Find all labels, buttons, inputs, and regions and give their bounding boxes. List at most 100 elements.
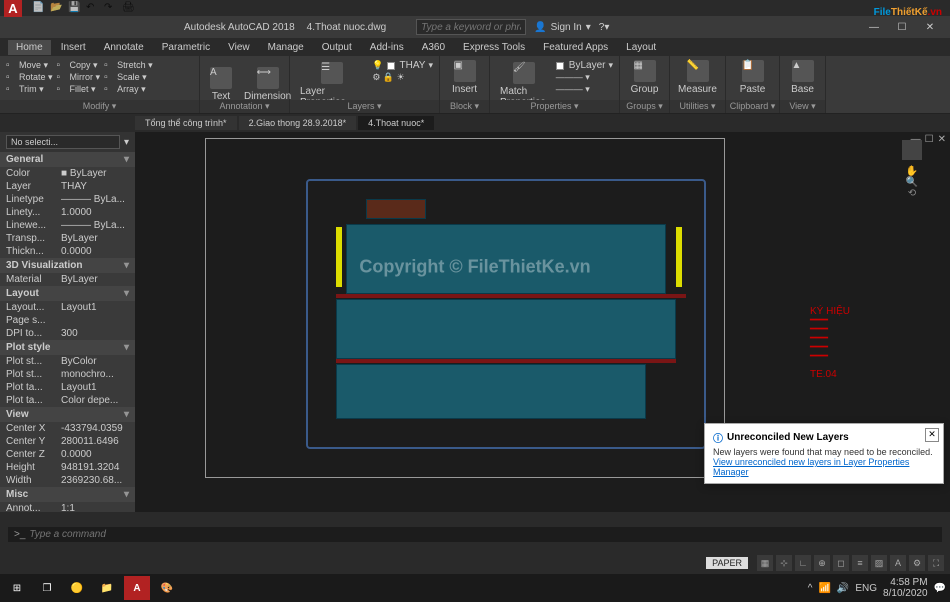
move-button[interactable]: ▫Move ▾ (6, 60, 53, 71)
menu-tab-view[interactable]: View (220, 40, 258, 55)
pan-icon[interactable]: ✋ (902, 166, 922, 177)
navigation-bar[interactable]: ✋ 🔍 ⟲ (902, 140, 922, 290)
props-section-header[interactable]: General▾ (0, 152, 135, 167)
menu-tab-manage[interactable]: Manage (260, 40, 312, 55)
tray-up-icon[interactable]: ^ (808, 583, 813, 594)
scale-button[interactable]: ▫Scale ▾ (104, 72, 153, 83)
document-tab[interactable]: 2.Giao thong 28.9.2018* (239, 116, 357, 130)
ribbon-view-label[interactable]: View ▾ (780, 100, 825, 113)
document-tab[interactable]: 4.Thoat nuoc* (358, 116, 434, 130)
ribbon-utilities-label[interactable]: Utilities ▾ (670, 100, 725, 113)
property-row[interactable]: Width2369230.68... (0, 474, 135, 487)
menu-tab-layout[interactable]: Layout (618, 40, 664, 55)
property-row[interactable]: Center Y280011.6496 (0, 435, 135, 448)
maximize-button[interactable]: ☐ (894, 20, 910, 34)
new-icon[interactable]: 📄 (32, 2, 44, 14)
color-dropdown[interactable]: ByLayer ▾ (556, 60, 613, 71)
ribbon-groups-label[interactable]: Groups ▾ (620, 100, 669, 113)
linetype-dropdown[interactable]: ——— ▾ (556, 84, 613, 95)
menu-tab-add-ins[interactable]: Add-ins (362, 40, 412, 55)
layer-state-icon[interactable]: ⚙ 🔒 ☀ (372, 72, 433, 83)
undo-icon[interactable]: ↶ (86, 2, 98, 14)
document-tab[interactable]: Tổng thể công trình* (135, 116, 237, 130)
menu-tab-output[interactable]: Output (314, 40, 360, 55)
command-input[interactable] (29, 529, 936, 540)
menu-tab-featured-apps[interactable]: Featured Apps (535, 40, 616, 55)
ribbon-block-label[interactable]: Block ▾ (440, 100, 489, 113)
print-icon[interactable]: 🖨 (122, 2, 134, 14)
props-section-header[interactable]: Misc▾ (0, 487, 135, 502)
property-row[interactable]: Center X-433794.0359 (0, 422, 135, 435)
workspace-icon[interactable]: ⚙ (909, 555, 925, 571)
grid-icon[interactable]: ▦ (757, 555, 773, 571)
property-row[interactable]: Plot st...ByColor (0, 355, 135, 368)
menu-tab-insert[interactable]: Insert (53, 40, 94, 55)
fillet-button[interactable]: ▫Fillet ▾ (57, 84, 101, 95)
trim-button[interactable]: ▫Trim ▾ (6, 84, 53, 95)
property-row[interactable]: Linetype——— ByLa... (0, 193, 135, 206)
property-row[interactable]: Thickn...0.0000 (0, 245, 135, 258)
property-row[interactable]: LayerTHAY (0, 180, 135, 193)
osnap-icon[interactable]: ◻ (833, 555, 849, 571)
ortho-icon[interactable]: ∟ (795, 555, 811, 571)
layer-dropdown[interactable]: 💡THAY ▾ (372, 60, 433, 71)
lineweight-dropdown[interactable]: ——— ▾ (556, 72, 613, 83)
selection-dropdown[interactable]: No selecti... (6, 135, 120, 149)
props-section-header[interactable]: View▾ (0, 407, 135, 422)
ribbon-annotation-label[interactable]: Annotation ▾ (200, 100, 289, 113)
clock[interactable]: 4:58 PM 8/10/2020 (883, 577, 928, 599)
insert-button[interactable]: ▣Insert (446, 58, 483, 97)
polar-icon[interactable]: ⊕ (814, 555, 830, 571)
menu-tab-a360[interactable]: A360 (414, 40, 453, 55)
volume-icon[interactable]: 🔊 (837, 583, 849, 594)
menu-tab-parametric[interactable]: Parametric (154, 40, 218, 55)
explorer-icon[interactable]: 📁 (94, 576, 120, 600)
snap-icon[interactable]: ⊹ (776, 555, 792, 571)
minimize-button[interactable]: — (866, 20, 882, 34)
annoscale-icon[interactable]: A (890, 555, 906, 571)
property-row[interactable]: MaterialByLayer (0, 273, 135, 286)
chrome-icon[interactable]: 🟡 (64, 576, 90, 600)
rotate-button[interactable]: ▫Rotate ▾ (6, 72, 53, 83)
notification-center-icon[interactable]: 💬 (934, 583, 946, 594)
pickset-icon[interactable]: ▾ (124, 137, 129, 148)
redo-icon[interactable]: ↷ (104, 2, 116, 14)
save-icon[interactable]: 💾 (68, 2, 80, 14)
close-button[interactable]: ✕ (922, 20, 938, 34)
measure-button[interactable]: 📏Measure (676, 58, 719, 97)
app-icon[interactable]: 🎨 (154, 576, 180, 600)
paper-model-toggle[interactable]: PAPER (706, 557, 748, 569)
start-button[interactable]: ⊞ (4, 576, 30, 600)
sign-in-button[interactable]: 👤 Sign In ▾ (534, 22, 591, 33)
autocad-taskbar-icon[interactable]: A (124, 576, 150, 600)
base-button[interactable]: ▲Base (786, 58, 819, 97)
vp-maximize-icon[interactable]: ☐ (925, 134, 934, 145)
lineweight-icon[interactable]: ≡ (852, 555, 868, 571)
paste-button[interactable]: 📋Paste (732, 58, 773, 97)
props-section-header[interactable]: 3D Visualization▾ (0, 258, 135, 273)
vp-close-icon[interactable]: ✕ (938, 134, 946, 145)
property-row[interactable]: Color■ ByLayer (0, 167, 135, 180)
help-icon[interactable]: ?▾ (599, 22, 610, 33)
menu-tab-annotate[interactable]: Annotate (96, 40, 152, 55)
property-row[interactable]: Annot...1:1 (0, 502, 135, 512)
property-row[interactable]: Plot ta...Color depe... (0, 394, 135, 407)
fullscreen-icon[interactable]: ⛶ (928, 555, 944, 571)
app-logo[interactable]: A (4, 0, 22, 17)
menu-tab-express-tools[interactable]: Express Tools (455, 40, 533, 55)
ribbon-clipboard-label[interactable]: Clipboard ▾ (726, 100, 779, 113)
property-row[interactable]: Layout...Layout1 (0, 301, 135, 314)
property-row[interactable]: DPI to...300 (0, 327, 135, 340)
orbit-icon[interactable]: ⟲ (902, 188, 922, 199)
props-section-header[interactable]: Plot style▾ (0, 340, 135, 355)
ribbon-properties-label[interactable]: Properties ▾ (490, 100, 619, 113)
taskview-icon[interactable]: ❐ (34, 576, 60, 600)
transparency-icon[interactable]: ▨ (871, 555, 887, 571)
props-section-header[interactable]: Layout▾ (0, 286, 135, 301)
group-button[interactable]: ▦Group (626, 58, 663, 97)
network-icon[interactable]: 📶 (818, 583, 830, 594)
notification-close-button[interactable]: ✕ (925, 428, 939, 442)
view-cube-icon[interactable] (902, 140, 922, 160)
notification-link[interactable]: View unreconciled new layers in Layer Pr… (713, 457, 935, 477)
stretch-button[interactable]: ▫Stretch ▾ (104, 60, 153, 71)
